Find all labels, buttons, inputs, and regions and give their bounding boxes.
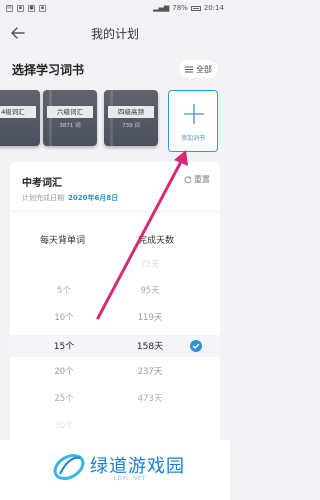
check-icon <box>190 340 202 352</box>
days-option: 75天 <box>140 260 160 270</box>
watermark-url: LDYC.NET <box>114 476 147 482</box>
battery-percent: 78% <box>172 4 188 12</box>
status-time: 20:14 <box>203 4 224 12</box>
completion-date: 2020年6月8日 <box>68 194 119 202</box>
all-books-button[interactable]: 全部 <box>179 60 218 78</box>
reset-label: 重置 <box>194 175 210 184</box>
picker-row[interactable]: 5个 95天 <box>10 284 220 304</box>
book-title: 六级词汇 <box>47 106 93 118</box>
daily-words-option: 15个 <box>53 342 75 352</box>
days-option: 158天 <box>136 342 164 352</box>
picker-row[interactable]: 15个 158天 <box>10 335 220 357</box>
notification-icon: ▪ <box>39 4 46 12</box>
book-section-header: 选择学习词书 全部 <box>0 54 230 84</box>
picker-row[interactable]: 20个 237天 <box>10 365 220 385</box>
add-book-label: 添加词书 <box>180 135 205 142</box>
daily-words-header: 每天背单词 <box>40 236 86 246</box>
notification-icon: ▪ <box>17 4 24 12</box>
book-shelf: 4级词汇 六级词汇 3871 词 四级高频 739 词 添加词书 <box>0 90 230 152</box>
days-option: 95天 <box>140 286 160 296</box>
list-icon <box>185 66 193 72</box>
divider <box>10 211 220 212</box>
plan-book-name: 中考词汇 <box>22 178 62 189</box>
days-option: 119天 <box>137 313 163 323</box>
book-title: 四级高频 <box>108 106 154 118</box>
leaf-logo-icon <box>53 454 85 480</box>
book-card[interactable]: 四级高频 739 词 <box>104 90 158 146</box>
completion-label: 计划完成日期 <box>22 194 64 202</box>
page-title: 我的计划 <box>90 26 139 41</box>
book-word-count: 3871 词 <box>59 123 81 129</box>
status-icons-left: ✉ ▪ ● ▪ <box>6 4 46 12</box>
days-header: 完成天数 <box>138 236 175 246</box>
book-card[interactable]: 六级词汇 3871 词 <box>43 90 97 146</box>
book-card[interactable]: 4级词汇 <box>0 90 40 146</box>
daily-words-option: 30个 <box>54 421 74 431</box>
nav-bar: 我的计划 <box>0 16 230 50</box>
days-option: 237天 <box>137 367 163 377</box>
reset-icon <box>184 175 192 183</box>
daily-words-option: 25个 <box>54 394 74 404</box>
battery-icon <box>190 5 201 11</box>
days-option: 473天 <box>137 394 163 404</box>
notification-icon: ✉ <box>6 4 13 12</box>
signal-icon: ▂▄▆ <box>153 4 170 12</box>
picker-row[interactable]: 10个 119天 <box>10 311 220 331</box>
reset-button[interactable]: 重置 <box>184 174 210 185</box>
book-word-count: 739 词 <box>122 123 140 129</box>
notification-icon: ● <box>28 4 35 12</box>
daily-words-option: 5个 <box>57 286 71 296</box>
watermark: 绿道游戏园 LDYC.NET <box>0 440 230 500</box>
status-bar: ✉ ▪ ● ▪ ▂▄▆ 78% 20:14 <box>0 0 230 16</box>
add-book-button[interactable]: 添加词书 <box>168 90 218 152</box>
watermark-text: 绿道游戏园 <box>90 456 185 477</box>
daily-words-option: 20个 <box>54 367 74 377</box>
picker-row[interactable]: 25个 473天 <box>10 392 220 412</box>
picker-row[interactable]: 75天 <box>10 258 220 278</box>
completion-row: 计划完成日期 2020年6月8日 <box>22 193 118 203</box>
back-arrow-icon[interactable] <box>10 25 26 41</box>
picker-row[interactable]: 30个 <box>10 419 220 439</box>
status-icons-right: ▂▄▆ 78% 20:14 <box>153 4 224 12</box>
all-books-label: 全部 <box>196 64 212 74</box>
section-title: 选择学习词书 <box>12 62 85 77</box>
daily-words-option: 10个 <box>54 313 74 323</box>
book-title: 4级词汇 <box>0 106 36 118</box>
plus-icon <box>184 104 204 124</box>
